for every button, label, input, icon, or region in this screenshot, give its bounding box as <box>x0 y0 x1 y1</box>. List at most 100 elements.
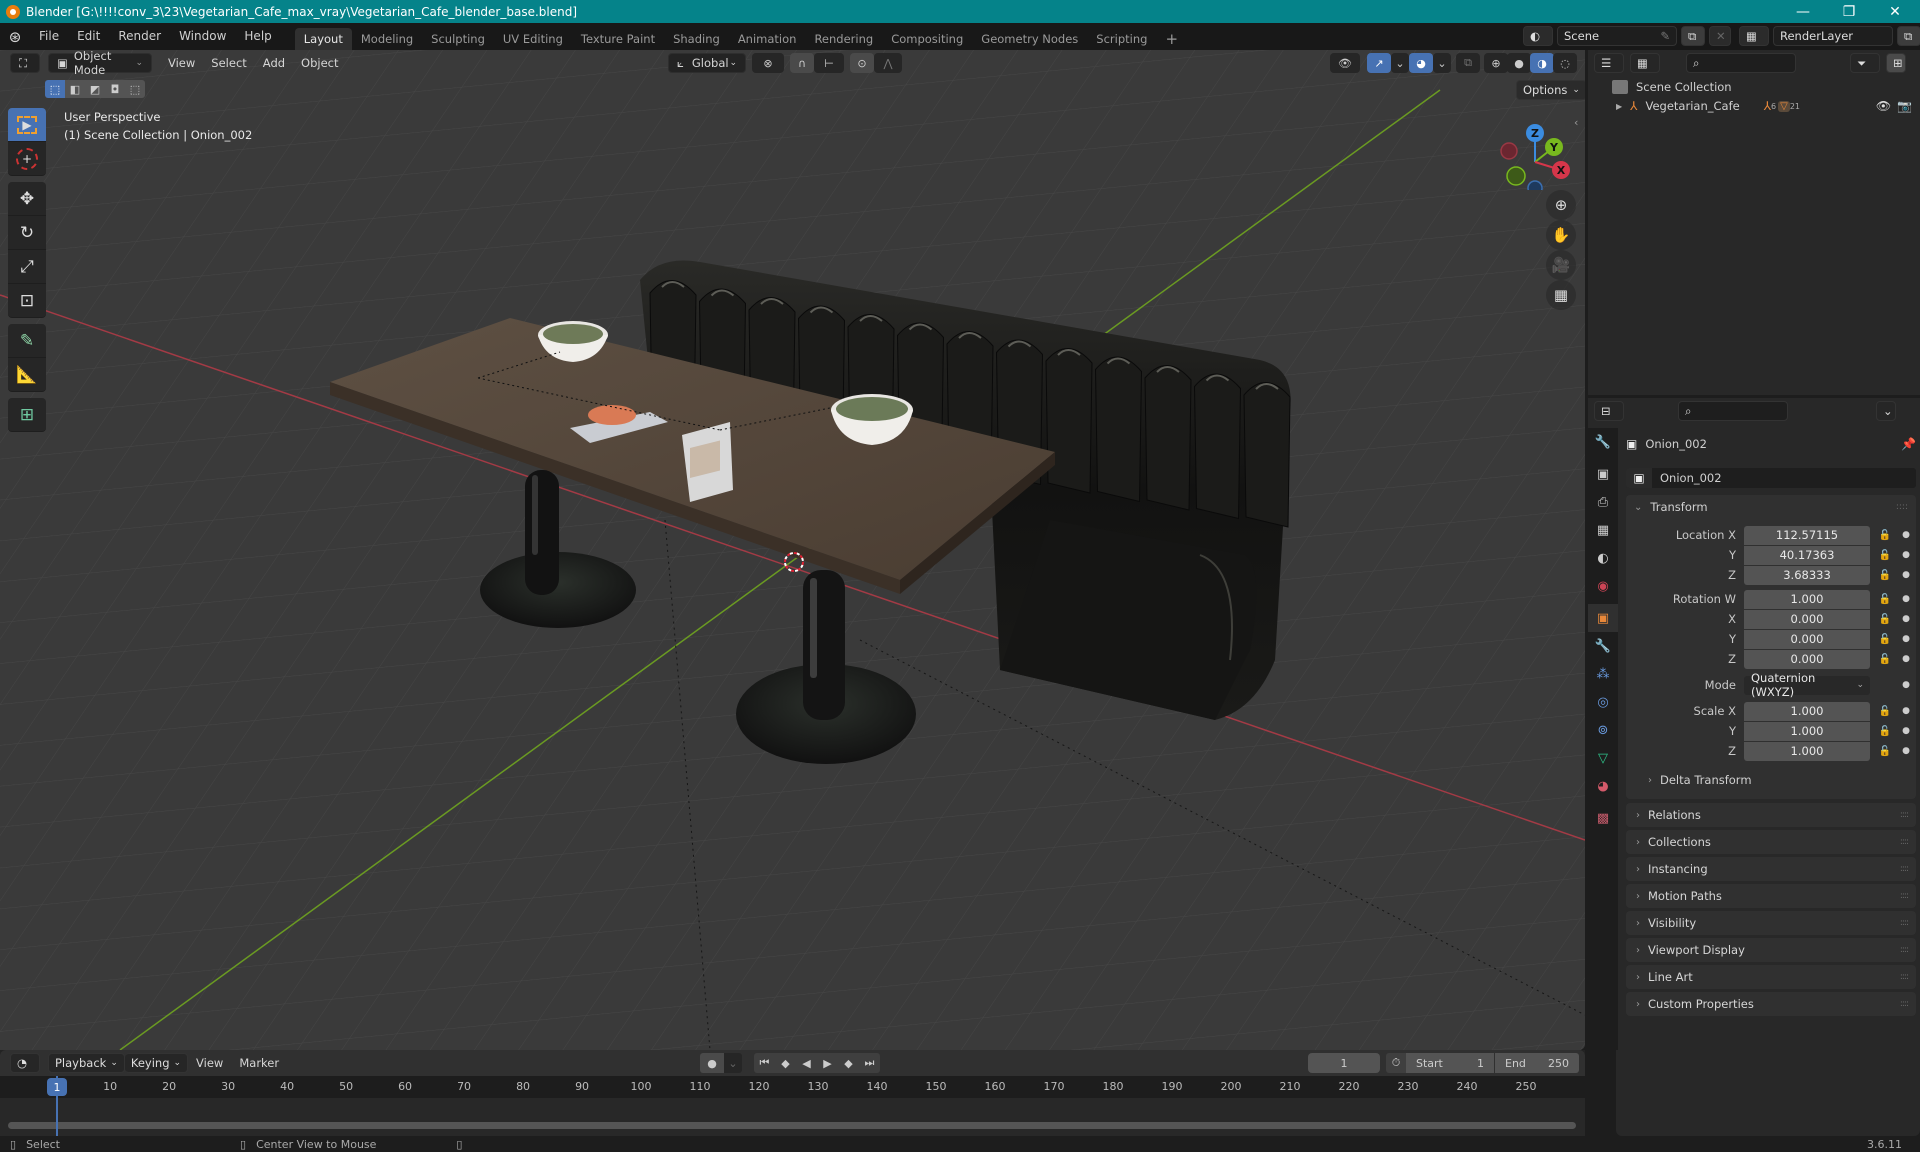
scale-x-field[interactable]: 1.000 <box>1744 701 1870 721</box>
lock-icon[interactable]: 🔓 <box>1876 746 1894 757</box>
object-data-dropdown-icon[interactable]: ▣ <box>1626 468 1652 488</box>
new-view-layer-button[interactable]: ⧉ <box>1897 26 1920 46</box>
menu-view[interactable]: View <box>160 53 203 73</box>
tab-tool-icon[interactable]: 🔧 <box>1588 428 1618 456</box>
tab-particles-icon[interactable]: ⁂ <box>1588 660 1618 688</box>
snap-toggle-icon[interactable]: ∩ <box>790 53 814 73</box>
section-instancing[interactable]: › Instancing:::: <box>1626 857 1916 881</box>
tab-shading[interactable]: Shading <box>664 28 729 50</box>
select-intersect-icon[interactable]: ⬚ <box>125 80 145 98</box>
lock-icon[interactable]: 🔓 <box>1876 654 1894 665</box>
shading-wireframe-icon[interactable]: ⊕ <box>1484 53 1508 73</box>
tab-scene-icon[interactable]: ◐ <box>1588 544 1618 572</box>
section-custom-properties[interactable]: › Custom Properties:::: <box>1626 992 1916 1016</box>
cursor-tool[interactable]: + <box>8 142 46 176</box>
lock-icon[interactable]: 🔓 <box>1876 594 1894 605</box>
select-new-icon[interactable]: ⬚ <box>45 80 65 98</box>
keyframe-dot[interactable]: ● <box>1900 614 1912 624</box>
tab-world-icon[interactable]: ◉ <box>1588 572 1618 600</box>
lock-icon[interactable]: 🔓 <box>1876 614 1894 625</box>
rotation-y-field[interactable]: 0.000 <box>1744 629 1870 649</box>
close-button[interactable]: ✕ <box>1872 0 1918 23</box>
tab-modifiers-icon[interactable]: 🔧 <box>1588 632 1618 660</box>
keying-dropdown[interactable]: ⌄ <box>724 1053 742 1073</box>
select-invert-icon[interactable]: ◘ <box>105 80 125 98</box>
new-scene-button[interactable]: ⧉ <box>1681 26 1705 46</box>
menu-render[interactable]: Render <box>109 23 170 50</box>
gizmo-neg-y[interactable] <box>1506 166 1526 186</box>
drag-handle-icon[interactable]: :::: <box>1900 891 1909 901</box>
tab-material-icon[interactable]: ◕ <box>1588 772 1618 800</box>
new-collection-icon[interactable]: ⊞ <box>1886 53 1906 73</box>
measure-tool[interactable]: 📐 <box>8 358 46 392</box>
tab-texture-paint[interactable]: Texture Paint <box>572 28 664 50</box>
expand-arrow-icon[interactable]: ▶ <box>1616 102 1622 111</box>
tab-sculpting[interactable]: Sculpting <box>422 28 494 50</box>
tab-uv-editing[interactable]: UV Editing <box>494 28 572 50</box>
delete-scene-button[interactable]: ✕ <box>1709 26 1731 46</box>
section-visibility[interactable]: › Visibility:::: <box>1626 911 1916 935</box>
mode-selector[interactable]: ▣ Object Mode ⌄ <box>48 50 152 77</box>
proportional-edit-icon[interactable]: ⊙ <box>850 53 874 73</box>
blender-menu-icon[interactable]: ⊛ <box>0 28 30 46</box>
tab-layout[interactable]: Layout <box>294 28 352 50</box>
location-x-field[interactable]: 112.57115 <box>1744 525 1870 545</box>
shading-rendered-icon[interactable]: ◌ <box>1553 53 1577 73</box>
navigation-gizmo[interactable]: Z Y X <box>1490 110 1570 190</box>
scene-name-field[interactable]: Scene ✎ <box>1557 26 1677 46</box>
transform-tool[interactable]: ⊡ <box>8 284 46 318</box>
gizmo-neg-x[interactable] <box>1500 142 1518 160</box>
snap-target-icon[interactable]: ⊢ <box>814 53 844 73</box>
gizmo-neg-z[interactable] <box>1527 180 1543 190</box>
scene-collection-label[interactable]: Scene Collection <box>1636 80 1732 94</box>
rotation-w-field[interactable]: 1.000 <box>1744 589 1870 609</box>
jump-start-icon[interactable]: ⏮ <box>754 1053 775 1073</box>
current-frame-field[interactable]: 1 <box>1308 1053 1380 1073</box>
outliner-row[interactable]: ▶ ⅄ Vegetarian_Cafe ⅄ 6 ▽ 21 👁 📷 <box>1616 97 1916 115</box>
keying-menu[interactable]: Keying ⌄ <box>124 1053 189 1073</box>
properties-options-dropdown[interactable]: ⌄ <box>1876 401 1896 421</box>
filter-icon[interactable]: ⏷ <box>1850 53 1880 73</box>
tab-object-icon[interactable]: ▣ <box>1588 604 1618 632</box>
timeline-view-menu[interactable]: View <box>188 1053 231 1073</box>
play-icon[interactable]: ▶ <box>817 1053 838 1073</box>
drag-handle-icon[interactable]: :::: <box>1900 837 1909 847</box>
end-frame-field[interactable]: End 250 <box>1495 1053 1579 1073</box>
section-relations[interactable]: › Relations:::: <box>1626 803 1916 827</box>
outliner-editor-type-icon[interactable]: ☰ <box>1594 53 1624 73</box>
tab-output-icon[interactable]: ⎙ <box>1588 488 1618 516</box>
display-mode-icon[interactable]: ▦ <box>1630 53 1660 73</box>
perspective-toggle-icon[interactable]: ▦ <box>1546 280 1576 310</box>
tab-data-icon[interactable]: ▽ <box>1588 744 1618 772</box>
preview-range-icon[interactable]: ⏱ <box>1386 1053 1406 1073</box>
location-y-field[interactable]: 40.17363 <box>1744 545 1870 565</box>
playback-menu[interactable]: Playback ⌄ <box>48 1053 125 1073</box>
prev-keyframe-icon[interactable]: ◆ <box>775 1053 796 1073</box>
select-extend-icon[interactable]: ◧ <box>65 80 85 98</box>
falloff-icon[interactable]: ⋀ <box>874 53 902 73</box>
properties-search-input[interactable]: ⌕ <box>1678 401 1788 421</box>
rotation-mode-dropdown[interactable]: Quaternion (WXYZ) ⌄ <box>1744 671 1870 699</box>
overlays-dropdown[interactable]: ⌄ <box>1433 53 1451 73</box>
shading-solid-icon[interactable]: ● <box>1507 53 1531 73</box>
keyframe-dot[interactable]: ● <box>1900 680 1912 690</box>
pivot-point-icon[interactable]: ⊗ <box>752 53 784 73</box>
visibility-selectability-icon[interactable]: 👁 <box>1330 53 1360 73</box>
drag-handle-icon[interactable]: :::: <box>1900 918 1909 928</box>
object-name-field[interactable]: ▣ Onion_002 <box>1626 468 1916 488</box>
auto-keying-icon[interactable]: ● <box>700 1053 724 1073</box>
scene-selector-icon[interactable]: ◐ <box>1523 26 1553 46</box>
view-layer-icon[interactable]: ▦ <box>1739 26 1769 46</box>
gizmo-dropdown[interactable]: ⌄ <box>1391 53 1409 73</box>
drag-handle-icon[interactable]: :::: <box>1900 810 1909 820</box>
editor-type-icon[interactable]: ⛶ <box>10 53 40 73</box>
annotate-tool[interactable]: ✎ <box>8 324 46 358</box>
options-dropdown[interactable]: Options ⌄ <box>1516 80 1585 100</box>
section-line-art[interactable]: › Line Art:::: <box>1626 965 1916 989</box>
transform-header[interactable]: ⌄ Transform :::: <box>1626 495 1916 519</box>
scale-z-field[interactable]: 1.000 <box>1744 741 1870 761</box>
select-subtract-icon[interactable]: ◩ <box>85 80 105 98</box>
add-cube-tool[interactable]: ⊞ <box>8 398 46 432</box>
timeline-editor-type-icon[interactable]: ◔ <box>10 1053 40 1073</box>
section-motion-paths[interactable]: › Motion Paths:::: <box>1626 884 1916 908</box>
